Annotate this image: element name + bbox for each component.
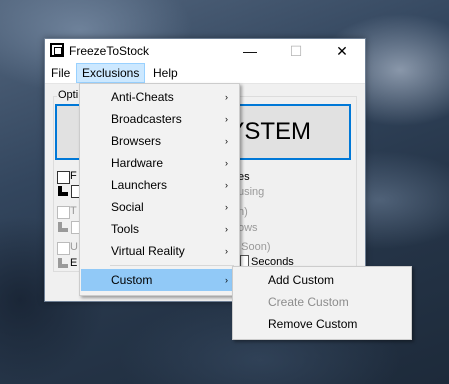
exclusions-dropdown-menu: Anti-Cheats › Broadcasters › Browsers › Har… [79, 83, 240, 296]
menu-item-social[interactable]: Social › [81, 196, 237, 218]
menu-item-custom[interactable]: Custom › [81, 269, 237, 291]
chevron-right-icon: › [225, 202, 228, 212]
menu-item-tools[interactable]: Tools › [81, 218, 237, 240]
chevron-right-icon: › [225, 224, 228, 234]
menu-exclusions[interactable]: Exclusions [76, 63, 146, 83]
option-checkbox-5[interactable] [57, 242, 70, 255]
shield-icon [58, 186, 68, 196]
menu-item-label: Anti-Cheats [111, 90, 174, 104]
menu-item-label: Hardware [111, 156, 164, 170]
option-checkbox-1[interactable] [57, 171, 70, 184]
menu-item-label: Social [111, 200, 144, 214]
menu-item-label: Virtual Reality [111, 244, 185, 258]
menu-item-virtual-reality[interactable]: Virtual Reality › [81, 240, 237, 262]
menu-item-label: Broadcasters [111, 112, 182, 126]
menu-separator [110, 265, 234, 266]
app-icon [50, 43, 64, 57]
submenu-item-label: Remove Custom [268, 317, 358, 331]
submenu-item-label: Add Custom [268, 273, 335, 287]
chevron-right-icon: › [225, 275, 228, 285]
window-title: FreezeToStock [69, 44, 150, 58]
menu-file[interactable]: File [46, 64, 75, 82]
option-label-3: T [70, 205, 77, 217]
submenu-item-add-custom[interactable]: Add Custom [234, 269, 410, 291]
menu-item-anti-cheats[interactable]: Anti-Cheats › [81, 86, 237, 108]
menu-item-label: Launchers [111, 178, 168, 192]
close-button[interactable]: ✕ [319, 39, 365, 63]
menu-bar: File Exclusions Help [45, 63, 365, 84]
menu-help[interactable]: Help [148, 64, 183, 82]
shield-icon-disabled [58, 222, 68, 232]
option-text-right-4: ows [238, 222, 258, 234]
submenu-item-create-custom[interactable]: Create Custom [234, 291, 410, 313]
submenu-item-remove-custom[interactable]: Remove Custom [234, 313, 410, 335]
chevron-right-icon: › [225, 180, 228, 190]
options-group-label: Opti [57, 89, 80, 101]
menu-item-browsers[interactable]: Browsers › [81, 130, 237, 152]
menu-item-label: Custom [111, 273, 153, 287]
maximize-button[interactable]: ☐ [273, 39, 319, 63]
menu-item-label: Tools [111, 222, 140, 236]
chevron-right-icon: › [225, 136, 228, 146]
submenu-item-label: Create Custom [268, 295, 349, 309]
chevron-right-icon: › [225, 158, 228, 168]
chevron-right-icon: › [225, 92, 228, 102]
menu-item-hardware[interactable]: Hardware › [81, 152, 237, 174]
menu-item-label: Browsers [111, 134, 162, 148]
option-label-5: U [70, 241, 78, 253]
menu-item-broadcasters[interactable]: Broadcasters › [81, 108, 237, 130]
minimize-button[interactable]: — [227, 39, 273, 63]
option-label-6: E [70, 257, 78, 269]
chevron-right-icon: › [225, 246, 228, 256]
option-text-right-2: using [238, 186, 265, 198]
option-label-1: F [70, 170, 77, 182]
chevron-right-icon: › [225, 114, 228, 124]
menu-item-launchers[interactable]: Launchers › [81, 174, 237, 196]
option-checkbox-3[interactable] [57, 206, 70, 219]
shield-icon-disabled-2 [58, 258, 68, 268]
title-bar: FreezeToStock — ☐ ✕ [45, 39, 365, 63]
custom-submenu: Add Custom Create Custom Remove Custom [232, 266, 412, 340]
